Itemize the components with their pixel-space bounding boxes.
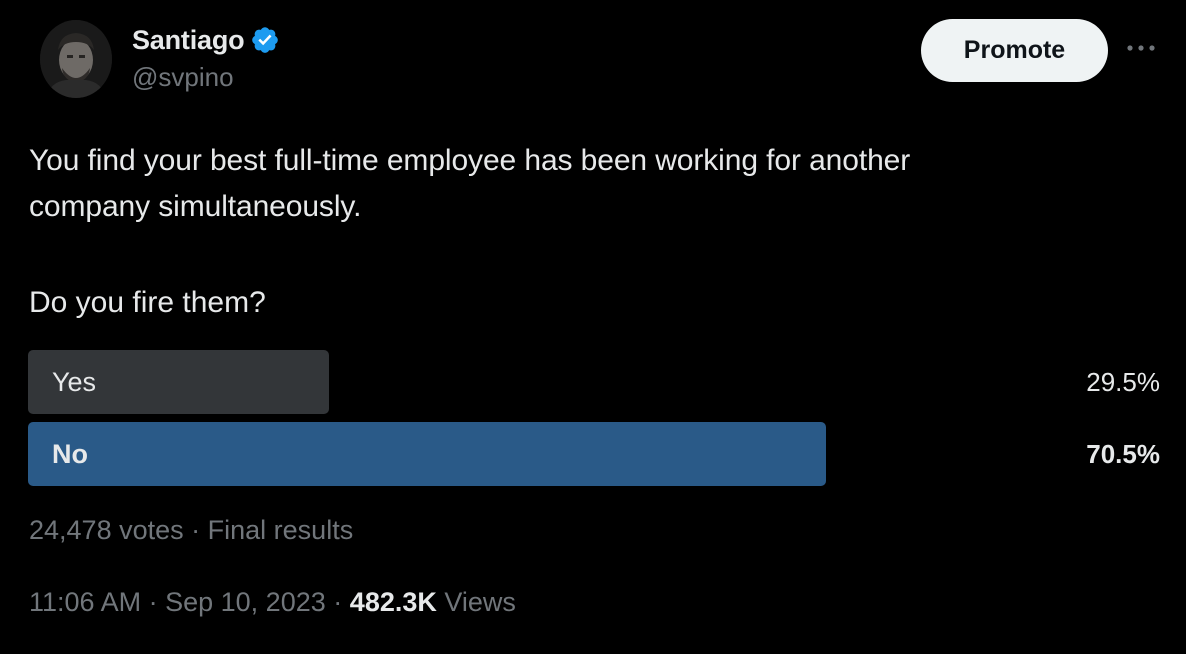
promote-button[interactable]: Promote <box>921 19 1108 82</box>
separator-dot: · <box>333 587 343 617</box>
more-horizontal-icon[interactable] <box>1124 38 1158 58</box>
separator-dot: · <box>191 515 201 545</box>
poll-option-yes: Yes 29.5% <box>28 350 1160 414</box>
views-label: Views <box>444 587 516 617</box>
tweet-question: Do you fire them? <box>29 286 266 319</box>
poll-vote-count: 24,478 votes <box>29 515 184 545</box>
views-count[interactable]: 482.3K <box>350 587 437 617</box>
poll-option-percent: 70.5% <box>1086 439 1160 469</box>
poll-option-label: No <box>52 439 88 469</box>
poll-status: Final results <box>207 515 354 545</box>
poll-summary: 24,478 votes · Final results <box>29 510 353 550</box>
separator-dot: · <box>148 587 158 617</box>
tweet-date[interactable]: Sep 10, 2023 <box>165 587 326 617</box>
tweet-text: You find your best full-time employee ha… <box>29 144 911 223</box>
avatar[interactable] <box>40 20 112 98</box>
poll-option-label: Yes <box>52 367 97 397</box>
poll-option-no: No 70.5% <box>28 422 1160 486</box>
verified-badge-icon <box>250 25 280 55</box>
avatar-photo-icon <box>40 20 112 98</box>
author-handle[interactable]: @svpino <box>132 62 234 93</box>
poll-result-bar-winner <box>28 422 826 486</box>
author-name-row[interactable]: Santiago <box>132 22 280 58</box>
tweet-metadata: 11:06 AM · Sep 10, 2023 · 482.3K Views <box>29 582 516 622</box>
author-display-name[interactable]: Santiago <box>132 25 245 56</box>
tweet-time[interactable]: 11:06 AM <box>29 587 141 617</box>
poll-option-percent: 29.5% <box>1086 367 1160 397</box>
